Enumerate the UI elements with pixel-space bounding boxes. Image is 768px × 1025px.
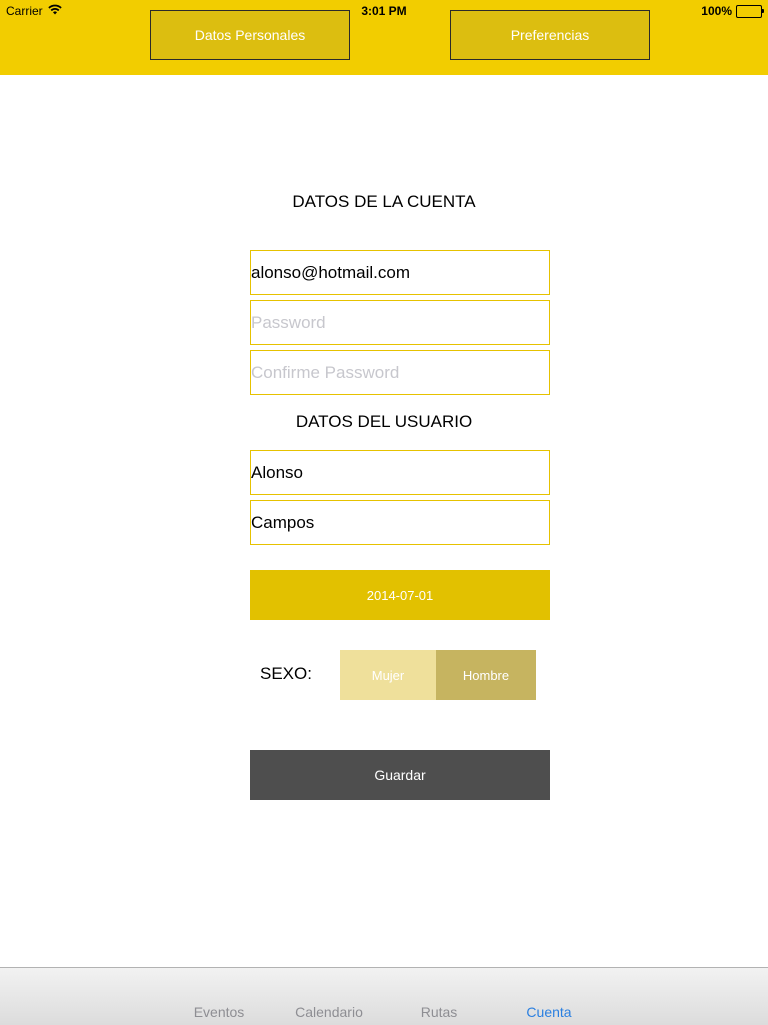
tab-preferencias[interactable]: Preferencias xyxy=(450,10,650,60)
status-battery: 100% xyxy=(701,4,764,18)
save-button[interactable]: Guardar xyxy=(250,750,550,800)
status-time: 3:01 PM xyxy=(361,4,407,18)
tab-cuenta[interactable]: Cuenta xyxy=(494,1004,604,1020)
tab-calendario[interactable]: Calendario xyxy=(274,1004,384,1020)
sex-label: SEXO: xyxy=(260,664,312,683)
top-bar: Carrier 3:01 PM 100% Datos Personales Pr… xyxy=(0,0,768,75)
sex-option-hombre[interactable]: Hombre xyxy=(436,650,536,700)
birthdate-button[interactable]: 2014-07-01 xyxy=(250,570,550,620)
tab-eventos[interactable]: Eventos xyxy=(164,1004,274,1020)
email-field[interactable] xyxy=(250,250,550,295)
tab-bar: Eventos Calendario Rutas Cuenta xyxy=(0,967,768,1025)
last-name-field[interactable] xyxy=(250,500,550,545)
tab-datos-personales[interactable]: Datos Personales xyxy=(150,10,350,60)
battery-percent: 100% xyxy=(701,4,732,18)
tab-rutas[interactable]: Rutas xyxy=(384,1004,494,1020)
account-section-title: DATOS DE LA CUENTA xyxy=(292,192,476,211)
user-section-title: DATOS DEL USUARIO xyxy=(295,412,473,431)
first-name-field[interactable] xyxy=(250,450,550,495)
confirm-password-field[interactable] xyxy=(250,350,550,395)
sex-option-mujer[interactable]: Mujer xyxy=(340,650,436,700)
password-field[interactable] xyxy=(250,300,550,345)
battery-icon xyxy=(736,4,764,18)
